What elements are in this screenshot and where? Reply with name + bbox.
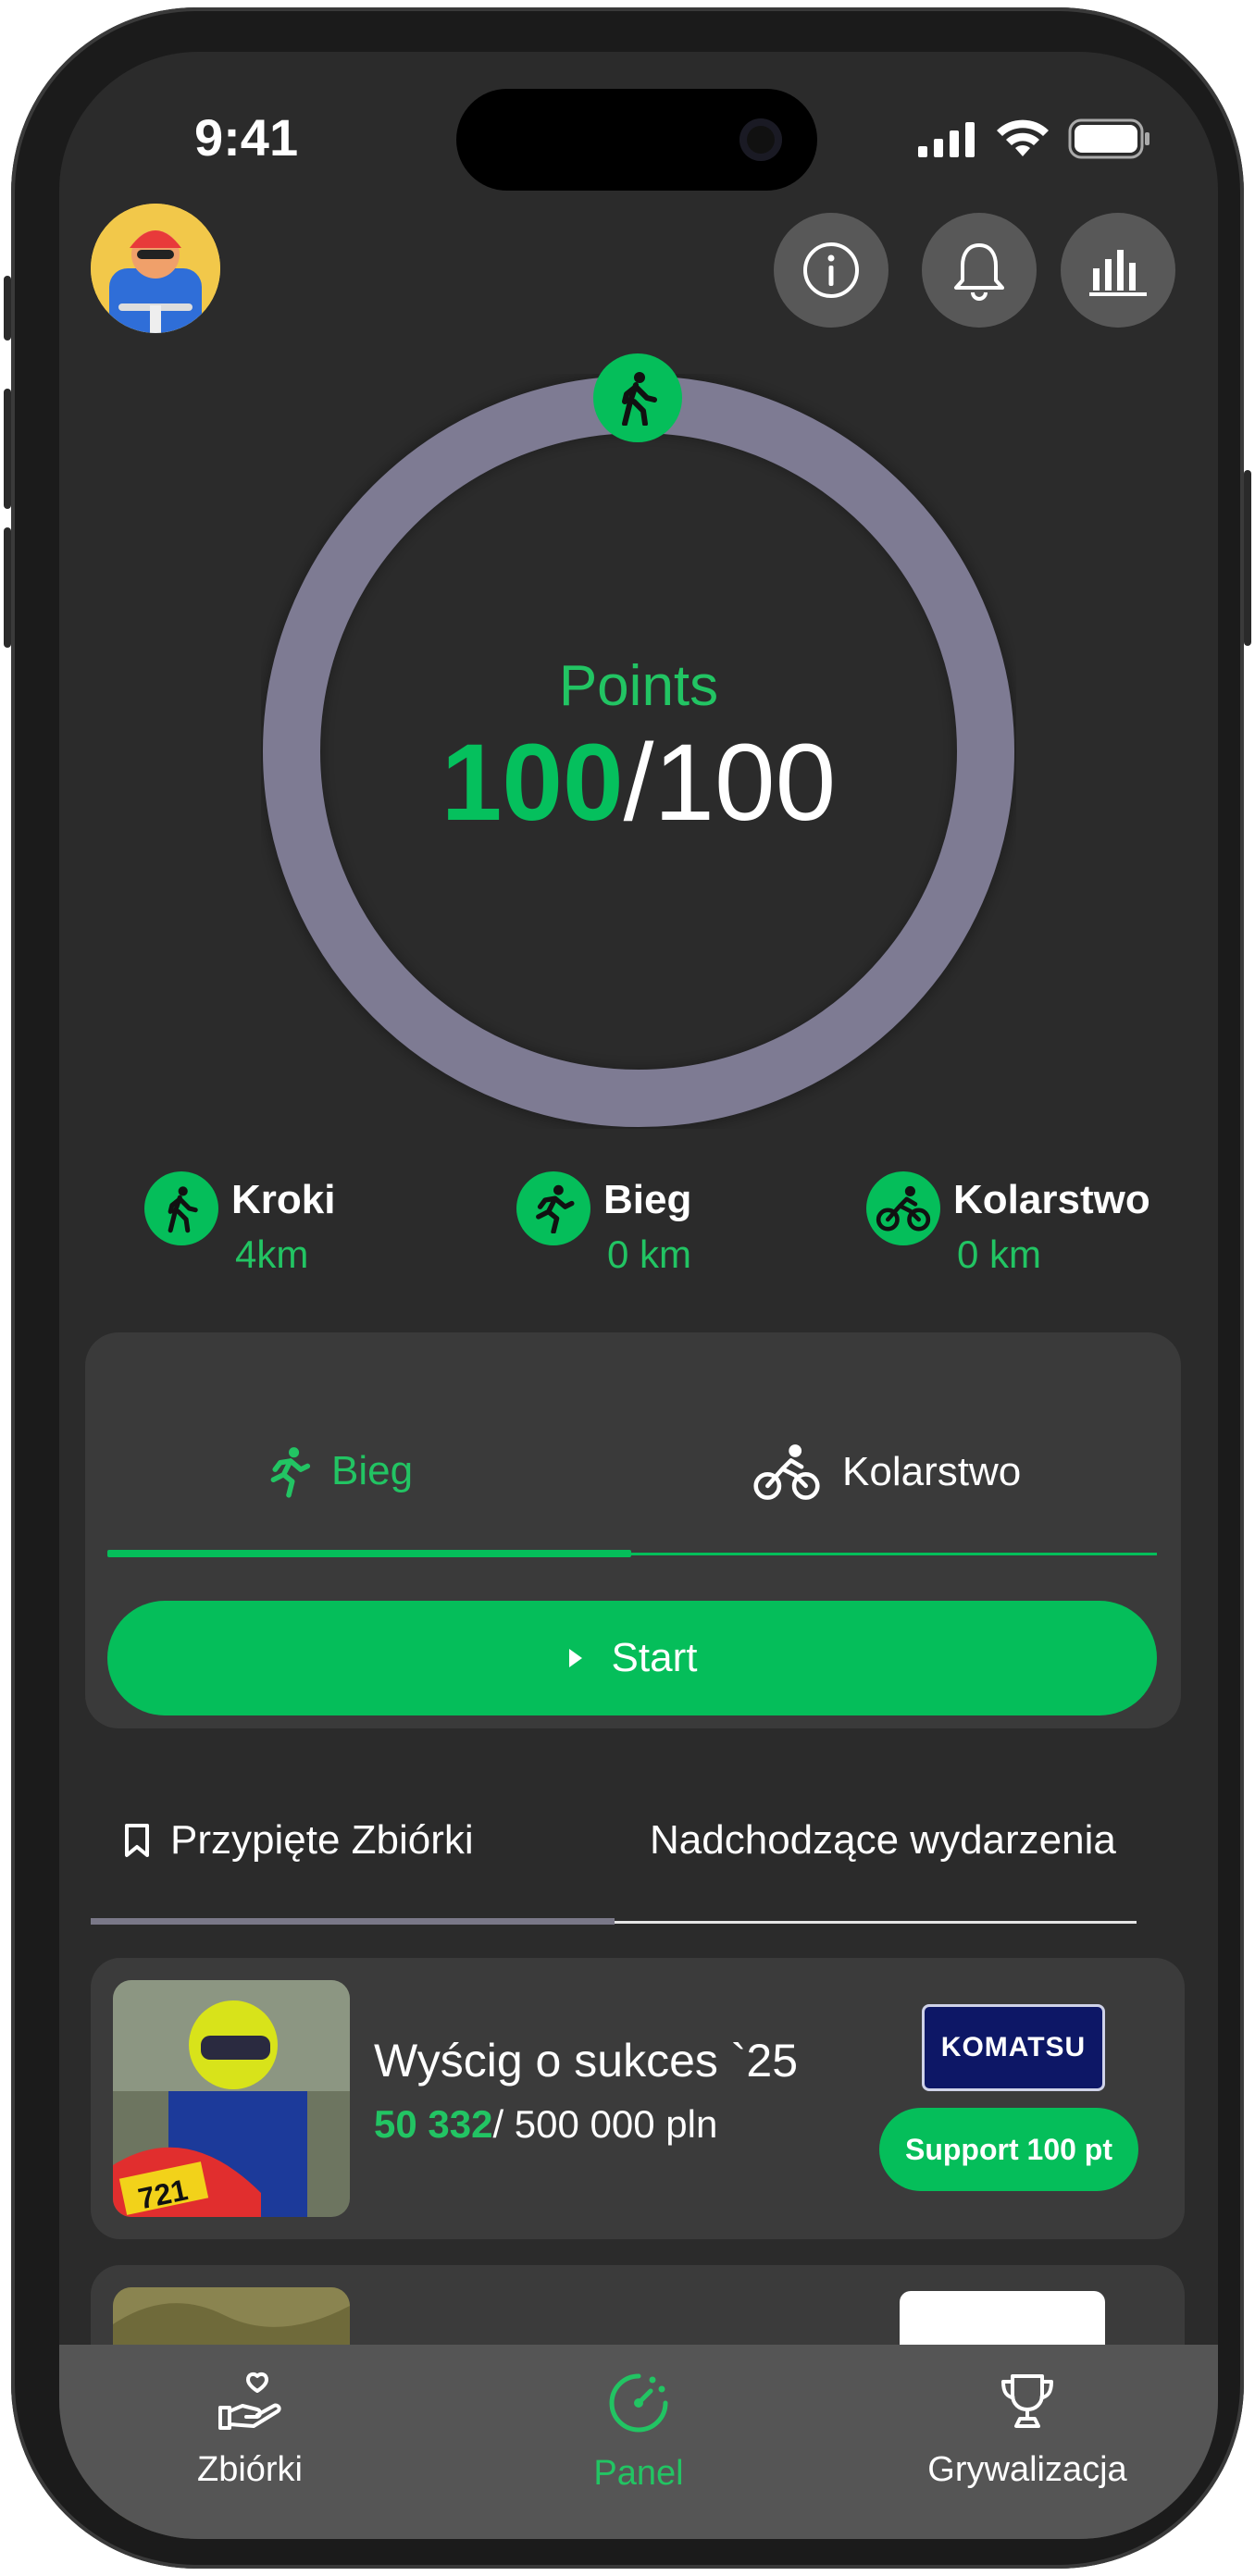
points-total: /100 <box>623 722 837 844</box>
kart-racer-image: 721 <box>113 1980 350 2217</box>
fundraiser-card[interactable]: 721 Wyścig o sukces `25 50 332/ 500 000 … <box>91 1958 1185 2239</box>
points-value: 100/100 <box>59 720 1218 846</box>
status-time: 9:41 <box>194 108 299 167</box>
stat-kroki: Kroki 4km <box>144 1171 335 1277</box>
donation-hand-icon <box>218 2372 281 2430</box>
stat-value: 0 km <box>957 1232 1042 1276</box>
cyclist-avatar-icon <box>91 204 220 333</box>
volume-up-button <box>4 389 11 509</box>
stat-icon-badge <box>866 1171 940 1245</box>
bottom-nav: Zbiórki Panel Grywalizacja <box>59 2345 1218 2539</box>
fundraiser-title: Wyścig o sukces `25 <box>374 2035 799 2087</box>
nav-zbiorki[interactable]: Zbiórki <box>111 2371 389 2490</box>
signal-icon <box>918 122 975 157</box>
cycling-icon <box>876 1185 931 1232</box>
fundraiser-goal: / 500 000 pln <box>492 2102 718 2146</box>
volume-down-button <box>4 527 11 648</box>
stat-name: Kroki <box>231 1177 336 1222</box>
stat-value: 4km <box>235 1232 309 1276</box>
stat-bieg: Bieg 0 km <box>516 1171 691 1277</box>
start-button[interactable]: Start <box>107 1601 1157 1715</box>
fundraiser-tabs: Przypięte Zbiórki Nadchodzące wydarzenia <box>91 1817 1137 1882</box>
nav-label: Panel <box>593 2454 684 2493</box>
bell-icon <box>954 243 1004 301</box>
avatar[interactable] <box>91 204 220 333</box>
stat-icon-badge <box>516 1171 590 1245</box>
info-button[interactable] <box>774 213 888 328</box>
camera-icon <box>739 118 782 161</box>
tab-upcoming-events[interactable]: Nadchodzące wydarzenia <box>650 1817 1116 1864</box>
cycling-icon <box>753 1444 820 1500</box>
tab-label: Przypięte Zbiórki <box>170 1817 474 1863</box>
walking-icon <box>622 372 657 426</box>
bar-chart-icon <box>1089 250 1147 296</box>
running-icon <box>536 1184 575 1233</box>
running-icon <box>270 1447 311 1498</box>
mute-switch <box>4 276 11 341</box>
nav-label: Grywalizacja <box>927 2450 1127 2489</box>
trophy-icon <box>1001 2374 1053 2428</box>
fundraiser-image: 721 <box>113 1980 350 2217</box>
walking-icon <box>168 1186 198 1233</box>
status-icons <box>918 118 1151 159</box>
ring-walking-badge <box>593 353 682 442</box>
stat-name: Bieg <box>603 1177 692 1222</box>
tab-label: Nadchodzące wydarzenia <box>650 1817 1116 1863</box>
stat-icon-badge <box>144 1171 218 1245</box>
nav-label: Zbiórki <box>196 2450 304 2489</box>
fundraiser-raised: 50 332 <box>374 2102 493 2146</box>
tab-label: Kolarstwo <box>842 1449 1022 1494</box>
points-label: Points <box>558 654 719 718</box>
nav-grywalizacja[interactable]: Grywalizacja <box>888 2371 1166 2490</box>
sponsor-logo: KOMATSU <box>922 2004 1105 2091</box>
tab-kolarstwo[interactable]: Kolarstwo <box>752 1443 1021 1501</box>
tab-label: Bieg <box>331 1448 414 1493</box>
tab-bieg[interactable]: Bieg <box>267 1443 413 1499</box>
bookmark-icon <box>125 1824 149 1857</box>
play-icon <box>568 1649 582 1667</box>
stats-button[interactable] <box>1061 213 1175 328</box>
nav-panel[interactable]: Panel <box>500 2371 777 2494</box>
phone-frame: 9:41 Points 100/100 Kroki 4km Bieg 0 km … <box>4 7 1251 2569</box>
start-label: Start <box>611 1635 698 1680</box>
activity-card: Bieg Kolarstwo Start <box>85 1332 1181 1728</box>
stat-value: 0 km <box>607 1232 692 1276</box>
points-current: 100 <box>441 722 624 844</box>
dashboard-icon <box>609 2373 668 2433</box>
stat-kolarstwo: Kolarstwo 0 km <box>866 1171 1150 1277</box>
notifications-button[interactable] <box>922 213 1037 328</box>
fundraiser-amount: 50 332/ 500 000 pln <box>374 2102 717 2147</box>
tab-pinned[interactable]: Przypięte Zbiórki <box>124 1817 474 1864</box>
battery-icon <box>1068 118 1149 159</box>
stat-name: Kolarstwo <box>953 1177 1150 1222</box>
wifi-icon <box>997 119 1049 156</box>
info-icon <box>803 242 859 298</box>
power-button <box>1244 470 1251 646</box>
lower-tab-active-indicator <box>91 1918 615 1925</box>
support-button[interactable]: Support 100 pt <box>879 2108 1138 2191</box>
tab-active-indicator <box>107 1550 631 1557</box>
app-screen: 9:41 Points 100/100 Kroki 4km Bieg 0 km … <box>59 52 1218 2539</box>
dynamic-island <box>456 89 817 191</box>
